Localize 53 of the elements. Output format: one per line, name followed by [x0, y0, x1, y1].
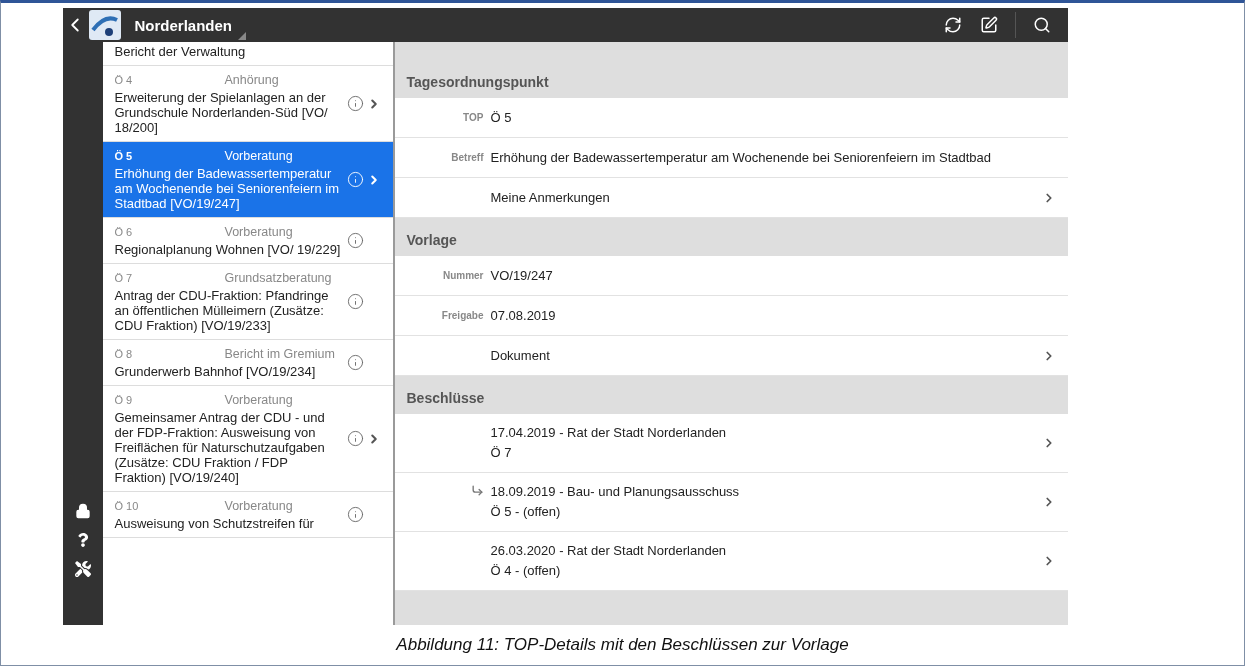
info-icon[interactable]	[346, 354, 364, 371]
figure-caption: Abbildung 11: TOP-Details mit den Beschlüssen zur Vorlage	[396, 635, 849, 655]
field-label: Nummer	[442, 270, 484, 281]
tools-icon[interactable]	[74, 561, 91, 577]
decision-status: Ö 4 - (offen)	[490, 562, 562, 580]
agenda-phase: Vorberatung	[224, 224, 294, 240]
info-icon[interactable]	[346, 430, 364, 447]
decision-status: Ö 5 - (offen)	[490, 503, 562, 521]
agenda-phase: Vorberatung	[224, 148, 294, 164]
agenda-number: Ö 4	[114, 73, 134, 88]
info-icon[interactable]	[346, 506, 364, 523]
agenda-number: Ö 9	[114, 393, 134, 408]
decision-row[interactable]: 18.09.2019 - Bau- und Planungsausschuss Ö 5 - (offen)	[394, 473, 1068, 532]
decision-status: Ö 7	[490, 444, 513, 462]
title-dropdown[interactable]: Norderlanden	[124, 10, 246, 40]
agenda-phase: Bericht im Gremium	[224, 346, 336, 362]
section-header: Beschlüsse	[394, 376, 1068, 414]
info-icon[interactable]	[346, 232, 364, 249]
decision-row[interactable]: 17.04.2019 - Rat der Stadt Norderlanden Ö 7	[394, 414, 1068, 473]
agenda-item-title: Antrag der CDU-Fraktion: Pfandringe an öffentlichen Mülleimern (Zusätze: CDU Fraktion) [VO/19/233]	[114, 288, 330, 333]
app-logo	[88, 10, 121, 40]
section-header: Vorlage	[394, 218, 1068, 256]
field-value: 07.08.2019	[490, 308, 557, 323]
agenda-item-title: Gemeinsamer Antrag der CDU - und der FDP-Fraktion: Ausweisung von Freiflächen für Naturschutzaufgaben (Zusätze: CDU Fraktion / FDP Fraktion) [VO/19/240]	[114, 410, 326, 485]
agenda-item[interactable]: Ö 5 Vorberatung Erhöhung der Badewassertemperatur am Wochenende bei Seniorenfeiern im Stadtbad [VO/19/247]	[102, 142, 393, 218]
agenda-phase: Grundsatzberatung	[224, 270, 333, 286]
field-value: Erhöhung der Badewassertemperatur am Wochenende bei Seniorenfeiern im Stadtbad	[490, 150, 993, 165]
field-label: Freigabe	[441, 310, 484, 321]
agenda-number: Ö 7	[114, 271, 134, 286]
lock-icon[interactable]	[74, 503, 91, 519]
decision-title: 26.03.2020 - Rat der Stadt Norderlanden	[490, 542, 728, 560]
agenda-phase: Anhörung	[224, 72, 280, 88]
agenda-number: Ö 8	[114, 347, 134, 362]
info-icon[interactable]	[346, 293, 364, 310]
agenda-number: Ö 10	[114, 499, 140, 514]
agenda-item-title: Grunderwerb Bahnhof [VO/19/234]	[114, 364, 317, 379]
info-icon[interactable]	[346, 95, 364, 112]
agenda-item-title: Regionalplanung Wohnen [VO/ 19/229]	[114, 242, 342, 257]
decision-title: 18.09.2019 - Bau- und Planungsausschuss	[490, 483, 741, 501]
dropdown-corner-icon	[238, 32, 246, 40]
agenda-phase: Vorberatung	[224, 392, 294, 408]
section-header: Tagesordnungspunkt	[394, 42, 1068, 98]
agenda-number: Ö 6	[114, 225, 134, 240]
field-label: Betreff	[451, 152, 484, 163]
agenda-item-title: Ausweisung von Schutzstreifen für	[114, 516, 315, 531]
agenda-number: Ö 5	[114, 149, 134, 164]
decision-title: 17.04.2019 - Rat der Stadt Norderlanden	[490, 424, 728, 442]
field-value: Ö 5	[490, 110, 513, 125]
agenda-phase: Vorberatung	[224, 498, 294, 514]
field-value: VO/19/247	[490, 268, 554, 283]
field-label: TOP	[463, 112, 484, 123]
agenda-item-title: Erhöhung der Badewassertemperatur am Wochenende bei Seniorenfeiern im Stadtbad [VO/19/247]	[114, 166, 340, 211]
agenda-item-title: Erweiterung der Spielanlagen an der Grundschule Norderlanden-Süd [VO/ 18/200]	[114, 90, 329, 135]
